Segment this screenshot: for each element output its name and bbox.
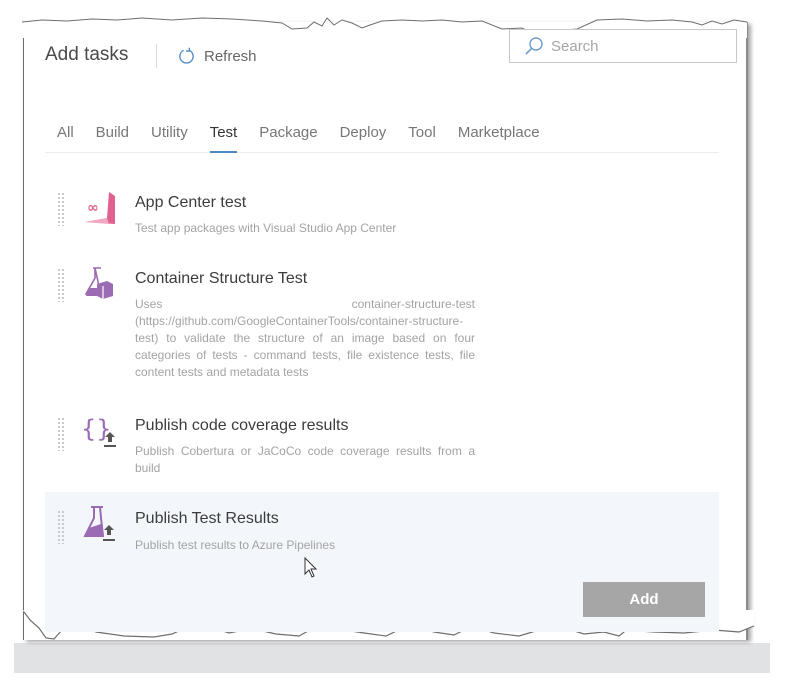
category-tabs: All Build Utility Test Package Deploy To… [45, 124, 719, 153]
tab-test[interactable]: Test [209, 124, 237, 153]
search-box[interactable] [509, 29, 737, 63]
task-item-app-center-test[interactable]: ∞ App Center test Test app packages with… [45, 180, 719, 246]
svg-text:{}: {} [81, 415, 112, 443]
task-description: Publish test results to Azure Pipelines [135, 538, 336, 552]
add-button[interactable]: Add [583, 582, 705, 617]
refresh-icon [179, 47, 194, 64]
task-title: Publish code coverage results [135, 417, 349, 434]
mouse-cursor-icon [304, 557, 318, 578]
drag-handle[interactable] [57, 268, 65, 302]
tab-all[interactable]: All [57, 124, 74, 152]
code-coverage-upload-icon: {} [81, 415, 116, 447]
svg-text:∞: ∞ [87, 200, 99, 216]
task-item-publish-code-coverage[interactable]: {} Publish code coverage results Publish… [45, 405, 719, 487]
task-description: Publish Cobertura or JaCoCo code coverag… [135, 444, 475, 475]
task-description: Test app packages with Visual Studio App… [135, 221, 397, 235]
tab-tool[interactable]: Tool [408, 124, 436, 152]
search-input[interactable] [551, 37, 721, 55]
flask-upload-icon [83, 506, 115, 541]
task-item-container-structure-test[interactable]: Container Structure Test Uses container-… [45, 256, 719, 396]
tab-deploy[interactable]: Deploy [340, 124, 387, 152]
tab-package[interactable]: Package [259, 124, 317, 152]
drag-handle[interactable] [57, 510, 65, 544]
page-title: Add tasks [45, 44, 129, 65]
tab-build[interactable]: Build [96, 124, 129, 152]
tab-marketplace[interactable]: Marketplace [458, 124, 540, 152]
flask-container-icon [84, 267, 113, 299]
drag-handle[interactable] [57, 192, 65, 226]
app-center-icon: ∞ [85, 192, 115, 224]
refresh-button[interactable]: Refresh [177, 47, 257, 66]
drag-handle[interactable] [57, 417, 65, 451]
background-strip [14, 643, 770, 673]
task-title: App Center test [135, 194, 247, 211]
title-divider [156, 44, 157, 68]
refresh-label: Refresh [204, 48, 257, 65]
search-icon [525, 37, 543, 55]
task-description: Uses container-structure-test (https://g… [135, 297, 475, 379]
task-title: Publish Test Results [135, 510, 279, 527]
task-title: Container Structure Test [135, 270, 308, 287]
tab-utility[interactable]: Utility [151, 124, 188, 152]
